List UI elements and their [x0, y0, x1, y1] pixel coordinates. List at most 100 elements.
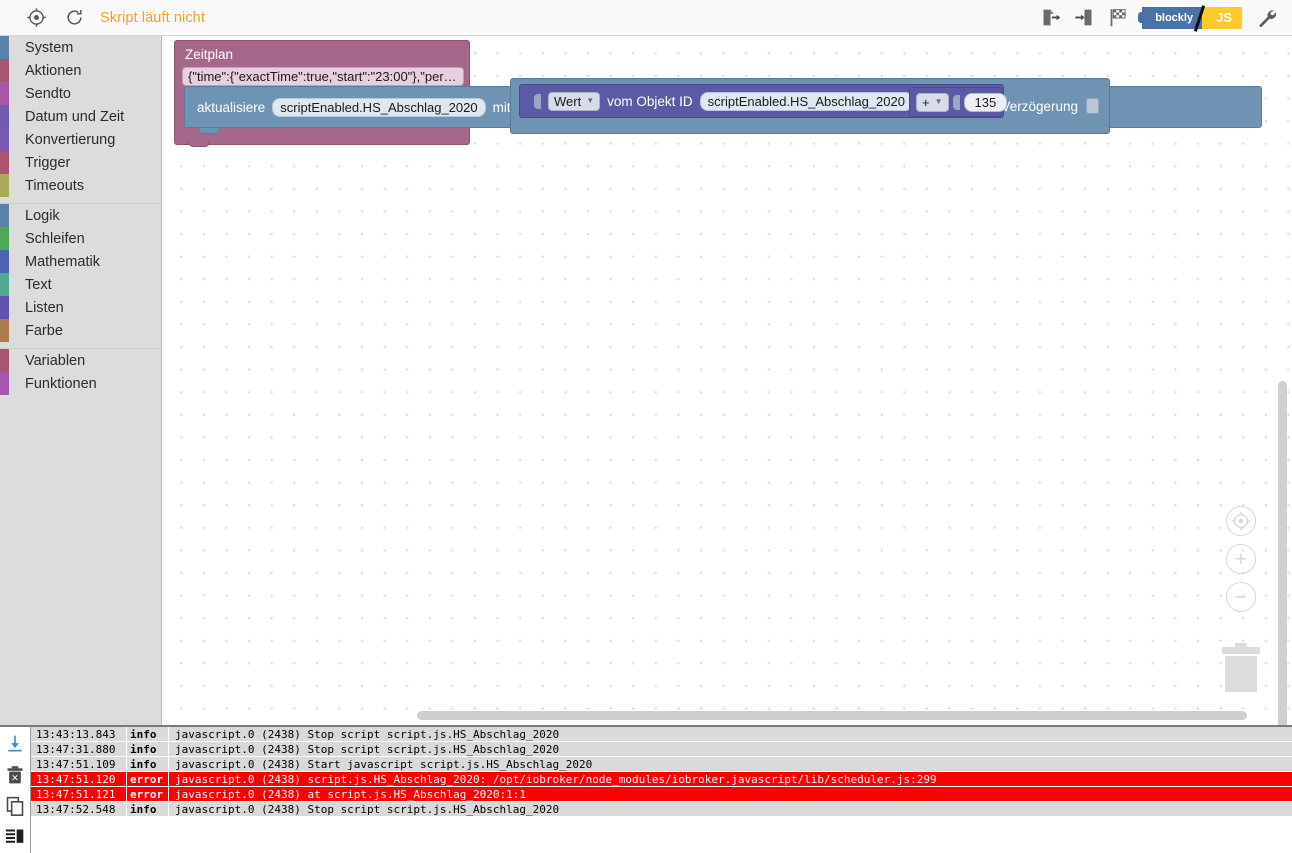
category-color-swatch [0, 105, 9, 128]
zoom-out-button[interactable]: − [1226, 582, 1256, 612]
operator-label: + [922, 94, 930, 110]
toolbox-item-aktionen[interactable]: Aktionen [0, 59, 161, 82]
category-color-swatch [0, 319, 9, 342]
toolbox-item-sendto[interactable]: Sendto [0, 82, 161, 105]
aktualisiere-object-id-field[interactable]: scriptEnabled.HS_Abschlag_2020 [272, 97, 486, 117]
layout-icon[interactable] [4, 826, 26, 848]
operator-dropdown[interactable]: + ▼ [916, 92, 949, 112]
toolbox-item-label: Aktionen [25, 62, 82, 79]
toolbox-item-label: Sendto [25, 85, 71, 102]
log-timestamp: 13:47:51.121 [31, 787, 127, 801]
mit-verzoegerung-checkbox[interactable] [1086, 98, 1099, 114]
wert-attribute-label: Wert [554, 93, 582, 109]
log-message: javascript.0 (2438) Stop script script.j… [175, 803, 560, 816]
download-icon[interactable] [4, 733, 26, 755]
toolbox-item-system[interactable]: System [0, 36, 161, 59]
toolbox-item-funktionen[interactable]: Funktionen [0, 372, 161, 395]
script-run-status: Skript läuft nicht [100, 9, 205, 26]
clear-log-icon[interactable]: ✕ [4, 764, 26, 786]
toolbox-item-label: Timeouts [25, 177, 85, 194]
toolbox-item-variablen[interactable]: Variablen [0, 349, 161, 372]
category-color-swatch [0, 349, 9, 372]
toolbox-item-farbe[interactable]: Farbe [0, 319, 161, 342]
toolbox-sidebar[interactable]: System Aktionen Sendto Datum und Zeit Ko… [0, 36, 162, 725]
toolbox-group-2: Logik Schleifen Mathematik Text Listen F… [0, 204, 161, 342]
workspace-horizontal-scrollbar[interactable] [417, 711, 1247, 720]
log-row[interactable]: 13:47:51.109 info javascript.0 (2438) St… [31, 757, 1292, 772]
mode-js-label[interactable]: JS [1202, 6, 1242, 29]
toolbox-item-trigger[interactable]: Trigger [0, 151, 161, 174]
log-rows-container[interactable]: 13:43:13.843 info javascript.0 (2438) St… [31, 727, 1292, 853]
toolbox-item-listen[interactable]: Listen [0, 296, 161, 319]
trash-icon[interactable] [1218, 642, 1264, 694]
toolbox-item-logik[interactable]: Logik [0, 204, 161, 227]
schedule-json-field[interactable]: {"time":{"exactTime":true,"start":"23:00… [182, 67, 464, 86]
export-icon[interactable] [1038, 6, 1062, 30]
log-level: error [127, 772, 169, 786]
copy-icon[interactable] [4, 795, 26, 817]
log-message: javascript.0 (2438) Stop script script.j… [175, 728, 560, 741]
toolbox-item-label: Schleifen [25, 230, 85, 247]
blockly-script-editor: Skript läuft nicht blockly JS System Akt… [0, 0, 1292, 853]
toolbox-item-label: Funktionen [25, 375, 97, 392]
block-wert-vom-objekt-id[interactable]: Wert ▼ vom Objekt ID scriptEnabled.HS_Ab… [519, 84, 1008, 118]
wert-attribute-dropdown[interactable]: Wert ▼ [548, 91, 601, 111]
log-row[interactable]: 13:47:31.880 info javascript.0 (2438) St… [31, 742, 1292, 757]
getvalue-object-id-field[interactable]: scriptEnabled.HS_Abschlag_2020 [699, 91, 913, 111]
log-panel: ✕ 13:43:13.843 info javascript.0 (2438) … [0, 725, 1292, 853]
toolbox-item-label: Trigger [25, 154, 71, 171]
number-field[interactable]: 135 [963, 92, 1008, 112]
wrench-icon[interactable] [1254, 6, 1278, 30]
block-zeitplan-title: Zeitplan [185, 47, 234, 62]
log-row[interactable]: 13:47:51.120 error javascript.0 (2438) s… [31, 772, 1292, 787]
aktualisiere-mit-label: mit [492, 99, 511, 115]
blockly-workspace[interactable]: Zeitplan {"time":{"exactTime":true,"star… [162, 36, 1292, 725]
category-color-swatch [0, 250, 9, 273]
blockly-js-mode-toggle[interactable]: blockly JS [1138, 4, 1242, 32]
block-arithmetik[interactable]: + ▼ 135 [909, 87, 1008, 117]
block-getvalue-inner: Wert ▼ vom Objekt ID scriptEnabled.HS_Ab… [520, 91, 913, 111]
toolbox-item-text[interactable]: Text [0, 273, 161, 296]
recenter-icon[interactable] [1226, 506, 1256, 536]
zoom-in-button[interactable]: + [1226, 544, 1256, 574]
category-color-swatch [0, 174, 9, 197]
refresh-icon[interactable] [62, 6, 86, 30]
workspace-vertical-scrollbar[interactable] [1278, 381, 1287, 725]
log-timestamp: 13:43:13.843 [31, 727, 127, 741]
toolbox-item-timeouts[interactable]: Timeouts [0, 174, 161, 197]
toolbox-item-label: Datum und Zeit [25, 108, 125, 125]
log-level: info [127, 727, 169, 741]
vom-objekt-id-label: vom Objekt ID [607, 93, 693, 109]
log-timestamp: 13:47:51.109 [31, 757, 127, 771]
log-row[interactable]: 13:47:51.121 error javascript.0 (2438) a… [31, 787, 1292, 802]
toolbox-item-mathematik[interactable]: Mathematik [0, 250, 161, 273]
block-zeitplan-bottom-notch [188, 141, 210, 147]
value-input-plug [534, 93, 541, 109]
log-level: error [127, 787, 169, 801]
category-color-swatch [0, 82, 9, 105]
log-level: info [127, 757, 169, 771]
target-icon[interactable] [24, 6, 48, 30]
toolbox-item-label: Variablen [25, 352, 86, 369]
toolbar-left-group: Skript läuft nicht [0, 6, 205, 30]
mode-blockly-label[interactable]: blockly [1138, 6, 1203, 29]
log-row[interactable]: 13:43:13.843 info javascript.0 (2438) St… [31, 727, 1292, 742]
toolbox-group-3: Variablen Funktionen [0, 349, 161, 395]
toolbox-item-schleifen[interactable]: Schleifen [0, 227, 161, 250]
toolbox-item-datum-und-zeit[interactable]: Datum und Zeit [0, 105, 161, 128]
log-message: javascript.0 (2438) script.js.HS_Abschla… [175, 773, 937, 786]
import-icon[interactable] [1072, 6, 1096, 30]
category-color-swatch [0, 273, 9, 296]
log-timestamp: 13:47:51.120 [31, 772, 127, 786]
category-color-swatch [0, 296, 9, 319]
toolbox-item-konvertierung[interactable]: Konvertierung [0, 128, 161, 151]
log-timestamp: 13:47:52.548 [31, 802, 127, 816]
log-toolbar: ✕ [0, 727, 31, 853]
checkered-flag-icon[interactable] [1106, 6, 1130, 30]
category-color-swatch [0, 372, 9, 395]
toolbox-item-label: Konvertierung [25, 131, 116, 148]
workspace-controls: + − [1218, 506, 1264, 694]
log-message: javascript.0 (2438) Start javascript scr… [175, 758, 593, 771]
log-row[interactable]: 13:47:52.548 info javascript.0 (2438) St… [31, 802, 1292, 817]
toolbox-item-label: System [25, 39, 74, 56]
